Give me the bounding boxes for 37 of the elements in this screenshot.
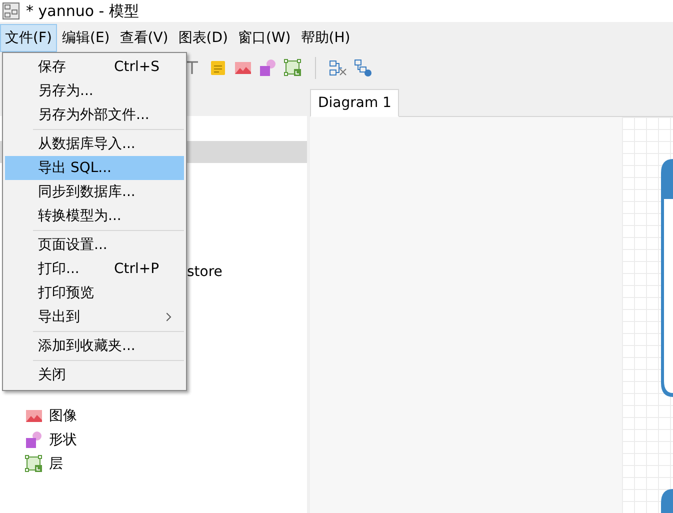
tree-item[interactable]: 图像 [49,407,77,425]
menu-entry[interactable]: 另存为... [5,79,184,103]
shortcut-label: Ctrl+S [114,59,161,75]
menu-item[interactable]: 帮助(H) [296,24,356,52]
tree-item[interactable]: 层 [49,455,63,473]
note-icon[interactable] [209,59,227,77]
diagram-tab[interactable]: Diagram 1 [310,89,400,117]
menu-entry[interactable]: 关闭 [5,363,184,387]
menu-entry[interactable]: 转换模型为... [5,204,184,228]
window-title: * yannuo - 模型 [26,2,139,20]
menu-entry[interactable]: 打印预览 [5,281,184,305]
menu-entry[interactable]: 页面设置... [5,233,184,257]
menu-entry[interactable]: 另存为外部文件... [5,103,184,127]
menu-entry[interactable]: 导出 SQL... [5,156,184,180]
menu-item[interactable]: 窗口(W) [233,24,296,52]
shape-icon [25,431,43,449]
menu-entry[interactable]: 保存 Ctrl+S [5,55,184,79]
image-icon [25,407,43,425]
menu-entry[interactable]: 从数据库导入... [5,132,184,156]
shortcut-label: Ctrl+P [114,261,160,277]
layer-icon[interactable] [284,59,302,77]
menu-entry[interactable]: 打印... Ctrl+P [5,257,184,281]
menu-entry[interactable]: 同步到数据库... [5,180,184,204]
menu-entry[interactable]: 导出到 [5,305,184,329]
layer-icon [25,455,43,473]
tree-item[interactable]: 形状 [49,431,77,449]
menu-item[interactable]: 图表(D) [173,24,233,52]
menu-item[interactable]: 查看(V) [114,24,174,52]
menu-item[interactable]: 文件(F) [0,24,57,52]
app-icon [2,2,20,20]
menu-item[interactable]: 编辑(E) [56,24,115,52]
image-icon[interactable] [234,59,252,77]
select-icon[interactable] [329,59,347,77]
shape-icon[interactable] [259,59,277,77]
menu-entry[interactable]: 添加到收藏夹... [5,334,184,358]
table-node[interactable] [661,159,673,397]
diagram-icon[interactable] [354,59,372,77]
